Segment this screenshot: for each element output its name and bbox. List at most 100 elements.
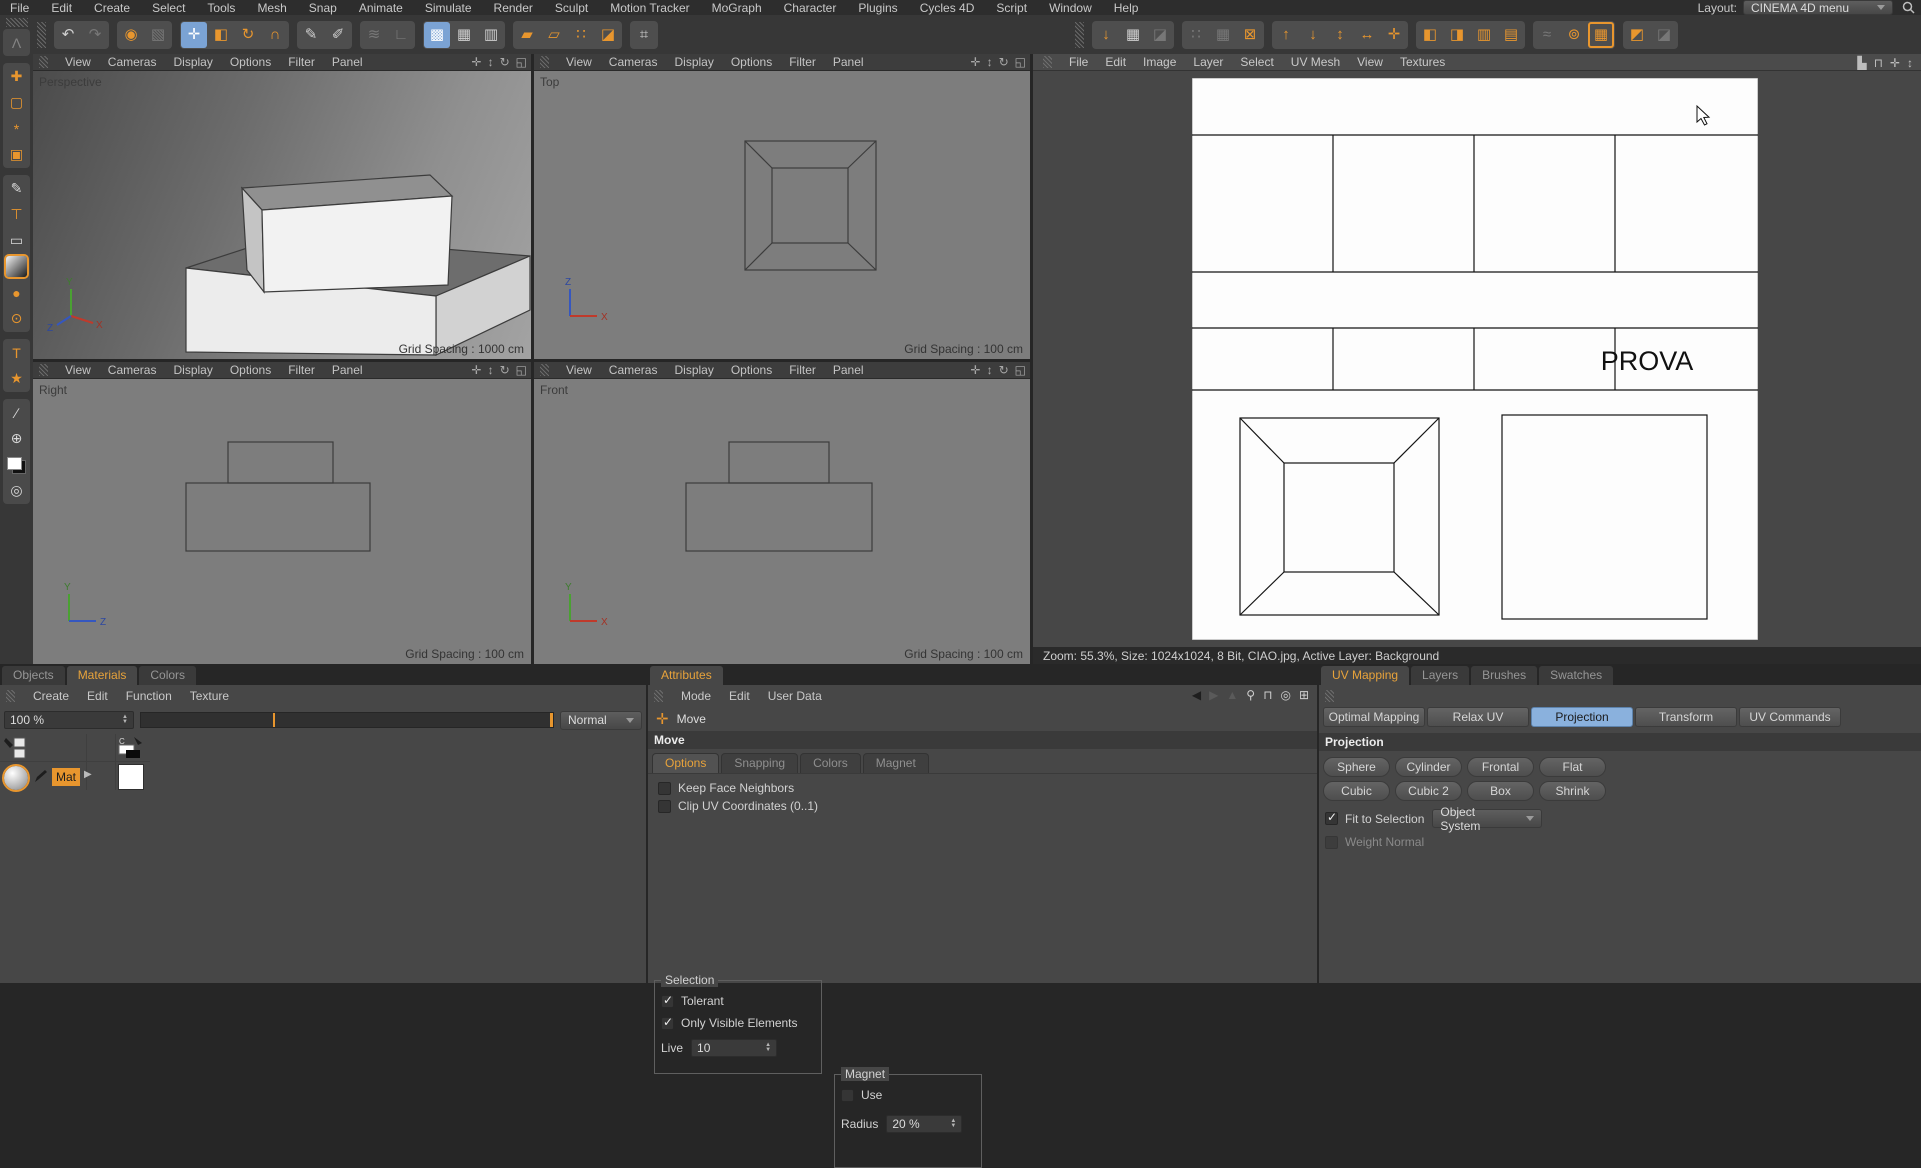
uv-dots-icon[interactable]: ∷ (1183, 22, 1209, 48)
viewport-front[interactable]: View Cameras Display Options Filter Panel ✛ ↕ ↻… (534, 362, 1030, 664)
magic-wand-icon[interactable]: * (4, 116, 29, 141)
viewport-menu-item[interactable]: Cameras (609, 363, 658, 377)
pan-icon[interactable]: ✛ (472, 363, 482, 377)
search-icon[interactable] (1902, 1, 1915, 19)
expand-arrow-icon[interactable]: ▶ (84, 769, 92, 780)
projection-button[interactable]: Flat (1539, 757, 1606, 777)
viewport-menu-item[interactable]: Options (230, 55, 271, 69)
sculpt-icon[interactable]: ≋ (361, 22, 387, 48)
pan-icon[interactable]: ✛ (472, 55, 482, 69)
blur-drop-icon[interactable]: ● (4, 280, 29, 305)
attributes-menu-item[interactable]: Mode (681, 689, 711, 703)
texture-menu-item[interactable]: Layer (1193, 55, 1223, 69)
live-field[interactable]: 10 ▲ ▼ (691, 1039, 778, 1057)
uv-mode-button[interactable]: Projection (1531, 707, 1633, 727)
uv-center-icon[interactable]: ✛ (1381, 22, 1407, 48)
smudge-icon[interactable]: ⊙ (4, 306, 29, 331)
toggle-view-icon[interactable]: ◱ (516, 55, 527, 69)
viewport-top[interactable]: View Cameras Display Options Filter Panel ✛ ↕ ↻… (534, 54, 1030, 359)
uv-pin2-icon[interactable]: ◪ (1651, 22, 1677, 48)
viewport-menu-item[interactable]: Cameras (108, 55, 157, 69)
attributes-menu-item[interactable]: Edit (729, 689, 750, 703)
orbit-icon[interactable]: ↻ (999, 363, 1009, 377)
edge-mode-icon[interactable]: ▱ (541, 22, 567, 48)
panel-tab[interactable]: UV Mapping (1321, 666, 1410, 685)
toolbar-drag-handle[interactable] (1075, 21, 1084, 48)
projection-button[interactable]: Box (1467, 781, 1534, 801)
texture-menu-item[interactable]: File (1069, 55, 1088, 69)
menu-item[interactable]: MoGraph (712, 1, 762, 15)
uv-relax-grid-icon[interactable]: ▦ (1588, 22, 1614, 48)
option-checkbox[interactable]: Keep Face Neighbors (658, 780, 1317, 796)
uv-columns-icon[interactable]: ▥ (1471, 22, 1497, 48)
texture-canvas[interactable]: PROVA (1192, 78, 1758, 640)
undo-icon[interactable]: ↶ (55, 22, 81, 48)
uv-apply-icon[interactable]: ↓ (1093, 22, 1119, 48)
viewport-menu-item[interactable]: View (566, 363, 592, 377)
attributes-menu-item[interactable]: User Data (768, 689, 822, 703)
menu-item[interactable]: Select (152, 1, 185, 15)
drag-handle[interactable] (1043, 56, 1052, 68)
menu-item[interactable]: Edit (51, 1, 72, 15)
panel-tab[interactable]: Swatches (1539, 666, 1614, 685)
stepper-icon[interactable]: ▲ ▼ (765, 1042, 771, 1053)
option-checkbox[interactable]: Clip UV Coordinates (0..1) (658, 798, 1317, 814)
menu-item[interactable]: Script (996, 1, 1027, 15)
rotate-tool-icon[interactable]: ↻ (235, 22, 261, 48)
eraser-icon[interactable]: ▭ (4, 228, 29, 253)
material-thumbnail[interactable] (2, 764, 30, 792)
panel-tab[interactable]: Colors (139, 666, 197, 685)
text-tool-icon[interactable]: T (4, 340, 29, 365)
uv-edge-mode-icon[interactable]: ▥ (478, 22, 504, 48)
color-swatch-icon[interactable]: C (118, 736, 144, 765)
texture-view[interactable]: File Edit Image Layer Select UV Mesh View Textu… (1033, 54, 1921, 664)
toggle-view-icon[interactable]: ◱ (516, 363, 527, 377)
viewport-menu-item[interactable]: View (65, 363, 91, 377)
viewport-menu-item[interactable]: View (65, 55, 91, 69)
stepper-icon[interactable]: ▲ ▼ (950, 1118, 956, 1129)
orbit-icon[interactable]: ↻ (999, 55, 1009, 69)
orbit-icon[interactable]: ↻ (500, 363, 510, 377)
projection-button[interactable]: Shrink (1539, 781, 1606, 801)
viewport-menu-item[interactable]: Panel (332, 363, 363, 377)
polygon-mode-icon[interactable]: ▰ (514, 22, 540, 48)
histogram-icon[interactable]: ▙ (1857, 57, 1866, 69)
viewport-menu-item[interactable]: Filter (789, 55, 816, 69)
pan-icon[interactable]: ✛ (971, 55, 981, 69)
paint-brush-icon[interactable]: ✎ (298, 22, 324, 48)
new-panel-icon[interactable]: ⊞ (1299, 688, 1309, 702)
uv-region-icon[interactable]: ▦ (1120, 22, 1146, 48)
viewport-solo-icon[interactable]: ▧ (145, 22, 171, 48)
tool-tab[interactable]: Options (652, 753, 720, 773)
materials-menu-item[interactable]: Create (33, 689, 69, 703)
materials-menu-item[interactable]: Texture (190, 689, 229, 703)
pan-icon[interactable]: ✛ (1890, 57, 1900, 69)
scale-tool-icon[interactable]: ◧ (208, 22, 234, 48)
texture-mode-icon[interactable]: ⌗ (631, 22, 657, 48)
lock-icon[interactable]: ⊓ (1263, 688, 1272, 702)
uv-polygon-mode-icon[interactable]: ▩ (424, 21, 450, 48)
drag-handle[interactable] (540, 364, 549, 376)
color-swatches-icon[interactable] (4, 452, 29, 477)
panel-tab[interactable]: Brushes (1471, 666, 1538, 685)
uv-mode-button[interactable]: Optimal Mapping (1323, 707, 1425, 727)
panel-tab[interactable]: Attributes (650, 666, 723, 685)
viewport-menu-item[interactable]: Display (173, 363, 212, 377)
use-checkbox[interactable]: Use (841, 1087, 981, 1103)
lock-icon[interactable]: ⊓ (1874, 57, 1883, 69)
texture-menu-item[interactable]: Image (1143, 55, 1176, 69)
viewport-menu-item[interactable]: View (566, 55, 592, 69)
viewport-menu-item[interactable]: Panel (833, 363, 864, 377)
drag-handle[interactable] (1325, 690, 1334, 702)
texture-menu-item[interactable]: Select (1240, 55, 1273, 69)
redo-icon[interactable]: ↷ (82, 22, 108, 48)
materials-menu-item[interactable]: Edit (87, 689, 108, 703)
dolly-icon[interactable]: ↕ (987, 363, 993, 377)
radius-field[interactable]: 20 % ▲ ▼ (886, 1115, 963, 1133)
material-name[interactable]: Mat (52, 768, 80, 786)
opacity-slider[interactable] (140, 712, 554, 728)
history-back-icon[interactable]: ◀ (1192, 688, 1201, 702)
menu-item[interactable]: Window (1049, 1, 1092, 15)
panel-tab[interactable]: Objects (2, 666, 65, 685)
projection-button[interactable]: Cubic (1323, 781, 1390, 801)
